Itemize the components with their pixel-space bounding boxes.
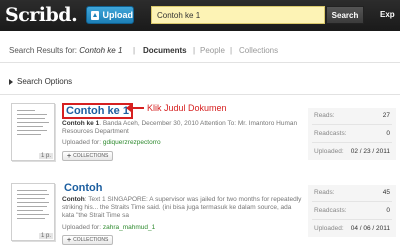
tab-separator: | <box>193 46 196 55</box>
tab-separator: | <box>230 46 233 55</box>
results-query: Contoh ke 1 <box>79 46 123 55</box>
arrow-icon <box>126 104 144 112</box>
top-navigation-bar: Scribd. Upload Search Exp <box>0 0 400 31</box>
results-label: Search Results for: Contoh ke 1 <box>9 46 122 55</box>
search-input[interactable] <box>151 6 325 24</box>
plus-icon: + <box>67 236 72 244</box>
uploader-info: Uploaded for: zahra_mahmud_1 <box>62 224 156 231</box>
results-header: Search Results for: Contoh ke 1 | Docume… <box>0 41 400 63</box>
upload-icon <box>91 10 99 20</box>
document-thumbnail[interactable]: 1 p. <box>11 103 55 161</box>
add-to-collections-button[interactable]: + COLLECTIONS <box>62 151 114 161</box>
document-stats: Reads: 45 Readcasts: 0 Uploaded: 04 / 06 / … <box>308 185 396 237</box>
tab-separator: | <box>133 46 136 55</box>
document-stats: Reads: 27 Readcasts: 0 Uploaded: 02 / 23 / … <box>308 108 396 160</box>
tab-collections[interactable]: Collections <box>239 46 278 55</box>
results-prefix: Search Results for: <box>9 46 78 55</box>
uploaded-stat: Uploaded: 02 / 23 / 2011 <box>314 148 390 155</box>
document-title-link[interactable]: Contoh <box>64 182 102 194</box>
uploader-info: Uploaded for: gdiquerzrezpectorro <box>62 139 161 146</box>
tab-documents[interactable]: Documents <box>143 46 187 55</box>
upload-button[interactable]: Upload <box>86 6 134 24</box>
expand-arrow-icon <box>9 78 13 85</box>
reads-stat: Reads: 27 <box>314 112 390 119</box>
add-to-collections-button[interactable]: + COLLECTIONS <box>62 235 114 245</box>
tab-people[interactable]: People <box>200 46 225 55</box>
scribd-logo[interactable]: Scribd. <box>5 4 78 26</box>
page-count: 1 p. <box>38 233 53 239</box>
document-snippet: Contoh: Text 1 SINGAPORE: A supervisor w… <box>62 196 302 219</box>
divider <box>0 94 400 95</box>
page-count: 1 p. <box>38 153 53 159</box>
document-snippet: Contoh ke 1. Banda Aceh, December 30, 20… <box>62 120 298 135</box>
annotation-callout: Klik Judul Dokumen <box>126 103 227 113</box>
readcasts-stat: Readcasts: 0 <box>314 130 390 137</box>
readcasts-stat: Readcasts: 0 <box>314 207 390 214</box>
document-thumbnail[interactable]: 1 p. <box>11 183 55 241</box>
annotation-text: Klik Judul Dokumen <box>147 103 227 113</box>
explore-menu[interactable]: Exp <box>380 10 395 19</box>
uploader-link[interactable]: gdiquerzrezpectorro <box>103 139 161 146</box>
search-button[interactable]: Search <box>326 6 364 24</box>
uploaded-stat: Uploaded: 04 / 06 / 2011 <box>314 225 390 232</box>
search-options-toggle[interactable]: Search Options <box>9 77 72 86</box>
upload-label: Upload <box>102 10 134 20</box>
document-title-link[interactable]: Contoh ke 1 <box>62 103 133 119</box>
plus-icon: + <box>67 152 72 160</box>
search-options-label: Search Options <box>17 77 73 86</box>
uploader-link[interactable]: zahra_mahmud_1 <box>103 224 155 231</box>
reads-stat: Reads: 45 <box>314 189 390 196</box>
